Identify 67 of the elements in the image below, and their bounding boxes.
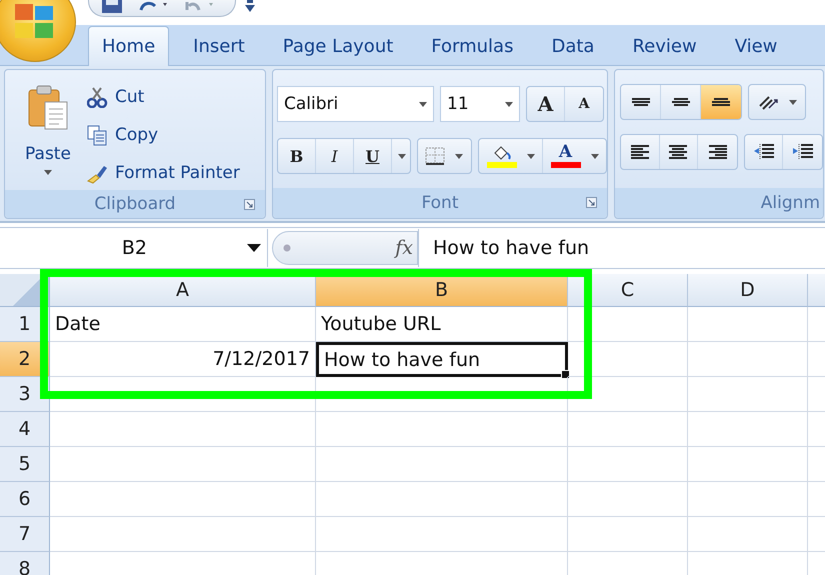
scissors-icon <box>87 86 108 108</box>
group-title: Clipboard <box>94 194 176 214</box>
caret-icon <box>44 170 52 175</box>
ribbon-tab[interactable]: Review <box>618 26 711 65</box>
underline-button[interactable]: U <box>354 139 392 173</box>
table-cell: 7/12/2017 <box>50 342 316 377</box>
column-header[interactable]: B <box>316 274 568 307</box>
row-header[interactable]: 7 <box>0 517 50 552</box>
group-title: Alignm <box>760 193 820 213</box>
align-bottom-icon <box>711 98 731 106</box>
name-box[interactable]: B2 <box>0 229 268 267</box>
ribbon-tab[interactable]: Insert <box>179 26 259 65</box>
table-cell: Date <box>50 307 316 342</box>
align-left-icon <box>630 145 650 159</box>
dialog-launcher-icon[interactable] <box>586 197 597 208</box>
shrink-font-button[interactable]: A <box>565 87 603 121</box>
caret-icon <box>789 100 797 104</box>
grow-font-button[interactable]: A <box>527 87 565 121</box>
copy-button[interactable]: Copy <box>87 118 240 152</box>
cut-button[interactable]: Cut <box>87 80 240 114</box>
borders-icon <box>425 147 446 165</box>
indent-decrease-icon <box>752 143 775 161</box>
table-cell: Youtube URL <box>316 307 568 342</box>
column-header[interactable]: D <box>688 274 808 307</box>
row-header[interactable]: 4 <box>0 412 50 447</box>
active-cell: How to have fun <box>316 342 568 377</box>
caret-icon <box>505 102 513 106</box>
font-name-dropdown[interactable]: Calibri <box>277 86 434 122</box>
row-header[interactable]: 5 <box>0 447 50 482</box>
clipboard-icon <box>27 84 69 130</box>
dialog-launcher-icon[interactable] <box>244 199 255 210</box>
caret-icon <box>590 154 599 158</box>
row-header[interactable]: 8 <box>0 552 50 575</box>
column-header[interactable]: C <box>568 274 688 307</box>
caret-icon <box>455 154 464 158</box>
group-title: Font <box>421 193 458 213</box>
ribbon-tab[interactable]: Formulas <box>417 26 528 65</box>
paint-bucket-icon <box>492 144 512 160</box>
align-top-icon <box>630 98 650 106</box>
align-middle-icon <box>670 98 690 106</box>
ribbon-tab[interactable]: Home <box>88 26 170 66</box>
copy-icon <box>87 124 108 146</box>
indent-increase-icon <box>792 143 814 161</box>
bold-button[interactable]: B <box>278 139 316 173</box>
resize-handle-icon[interactable] <box>283 244 291 252</box>
caret-icon <box>398 154 406 158</box>
bottom-align-button[interactable] <box>701 85 741 119</box>
caret-icon <box>419 102 427 106</box>
ribbon-tab[interactable]: View <box>720 26 792 65</box>
save-icon[interactable] <box>101 0 123 13</box>
ribbon-tab[interactable]: Page Layout <box>268 26 408 65</box>
row-header[interactable]: 6 <box>0 482 50 517</box>
paste-button[interactable]: Paste <box>17 80 79 184</box>
font-color-button[interactable]: A <box>543 139 606 173</box>
align-center-icon <box>668 145 688 159</box>
formula-input-field[interactable]: How to have fun <box>418 229 825 267</box>
column-header[interactable]: A <box>50 274 316 307</box>
align-right-icon <box>708 145 728 159</box>
ribbon-tab[interactable]: Data <box>537 26 608 65</box>
italic-button[interactable]: I <box>316 139 354 173</box>
caret-icon <box>526 154 535 158</box>
dropdown-arrow-icon <box>247 244 261 252</box>
insert-function-button[interactable]: fx <box>395 237 413 259</box>
customize-caret-icon[interactable] <box>244 0 256 14</box>
font-size-dropdown[interactable]: 11 <box>440 86 520 122</box>
fill-handle[interactable] <box>561 370 570 379</box>
format-painter-button[interactable]: Format Painter <box>87 156 240 190</box>
